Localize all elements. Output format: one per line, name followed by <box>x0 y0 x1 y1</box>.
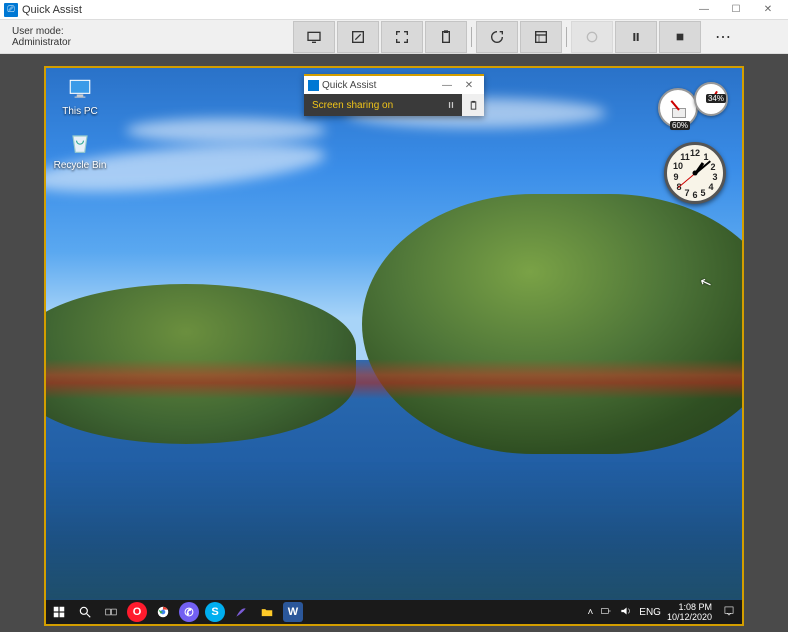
user-mode-value: Administrator <box>12 37 71 48</box>
clock-num-4: 4 <box>708 182 713 192</box>
user-mode-label: User mode: Administrator <box>0 26 79 48</box>
sharing-status-label: Screen sharing on <box>312 100 440 111</box>
mini-titlebar: Quick Assist — ✕ <box>304 76 484 94</box>
clock-num-3: 3 <box>712 172 717 182</box>
clock-num-6: 6 <box>692 190 697 200</box>
mini-pause-button[interactable] <box>440 94 462 116</box>
taskbar-app-viber[interactable]: ✆ <box>176 600 202 624</box>
select-monitor-button[interactable] <box>293 21 335 53</box>
clipboard-icon <box>468 100 479 111</box>
tray-time: 1:08 PM <box>667 602 712 612</box>
more-button[interactable]: ⋯ <box>703 21 745 53</box>
clock-num-12: 12 <box>690 148 700 158</box>
remote-quickassist-toolbar[interactable]: Quick Assist — ✕ Screen sharing on <box>304 74 484 116</box>
task-manager-icon <box>533 29 549 45</box>
clock-face: 12 1 2 3 4 5 6 7 8 9 10 11 <box>670 148 720 198</box>
desktop-icon-label: Recycle Bin <box>52 160 108 171</box>
quickassist-app-icon: ⎚ <box>4 3 18 17</box>
pause-icon <box>628 29 644 45</box>
this-pc-icon <box>63 74 97 104</box>
clock-gadget[interactable]: 12 1 2 3 4 5 6 7 8 9 10 11 <box>664 142 726 204</box>
cpu-percent-badge: 60% <box>670 121 690 130</box>
tray-language-indicator[interactable]: ENG <box>639 607 661 618</box>
mini-close-button[interactable]: ✕ <box>458 80 480 91</box>
notification-icon <box>722 604 736 618</box>
task-view-icon <box>104 605 118 619</box>
stop-icon <box>672 29 688 45</box>
system-tray: ˄ ENG 1:08 PM 10/12/2020 <box>581 602 742 622</box>
quickassist-app-icon <box>308 80 319 91</box>
ram-percent-badge: 34% <box>706 94 726 103</box>
start-button[interactable] <box>46 600 72 624</box>
network-icon <box>599 604 613 618</box>
restart-icon <box>489 29 505 45</box>
taskbar-app-opera[interactable]: O <box>124 600 150 624</box>
remote-taskbar: O ✆ S W ˄ ENG <box>46 600 742 624</box>
clock-num-7: 7 <box>684 188 689 198</box>
tray-clock[interactable]: 1:08 PM 10/12/2020 <box>667 602 716 622</box>
restart-button[interactable] <box>476 21 518 53</box>
recycle-bin-icon <box>63 128 97 158</box>
desktop-icon-recycle-bin[interactable]: Recycle Bin <box>52 128 108 171</box>
taskbar-app-chrome[interactable] <box>150 600 176 624</box>
clock-num-2: 2 <box>710 162 715 172</box>
fit-screen-button[interactable] <box>381 21 423 53</box>
user-mode-caption: User mode: <box>12 26 71 37</box>
quickassist-toolbar: User mode: Administrator ⋯ <box>0 20 788 54</box>
volume-icon <box>619 604 633 618</box>
clock-num-11: 11 <box>680 152 690 162</box>
task-manager-button[interactable] <box>520 21 562 53</box>
clock-num-9: 9 <box>673 172 678 182</box>
pause-button[interactable] <box>615 21 657 53</box>
toolbar-separator <box>566 27 567 47</box>
windows-start-icon <box>52 605 66 619</box>
clock-num-10: 10 <box>673 161 683 171</box>
outer-titlebar: ⎚ Quick Assist — ☐ ✕ <box>0 0 788 20</box>
tray-chevron-up-icon[interactable]: ˄ <box>587 607 593 618</box>
cpu-meter-gadget[interactable]: 60% 34% <box>658 82 728 132</box>
instruction-channel-button[interactable] <box>425 21 467 53</box>
close-button[interactable]: ✕ <box>752 1 784 19</box>
monitors-icon <box>306 29 322 45</box>
feather-icon <box>234 605 248 619</box>
reconnect-icon <box>584 29 600 45</box>
clipboard-icon <box>438 29 454 45</box>
clock-num-5: 5 <box>700 188 705 198</box>
window-title: Quick Assist <box>22 4 688 16</box>
task-view-button[interactable] <box>98 600 124 624</box>
taskbar-app-skype[interactable]: S <box>202 600 228 624</box>
minimize-button[interactable]: — <box>688 1 720 19</box>
actual-size-icon <box>394 29 410 45</box>
tray-notifications-button[interactable] <box>722 604 736 621</box>
annotate-button[interactable] <box>337 21 379 53</box>
remote-stage: This PC Recycle Bin Quick Assist — ✕ Scr… <box>0 54 788 632</box>
annotate-icon <box>350 29 366 45</box>
pause-icon <box>446 100 456 110</box>
chrome-icon <box>156 605 170 619</box>
tray-network-icon[interactable] <box>599 604 613 621</box>
desktop-icon-label: This PC <box>52 106 108 117</box>
desktop-icon-this-pc[interactable]: This PC <box>52 74 108 117</box>
reconnect-button <box>571 21 613 53</box>
taskbar-app-word[interactable]: W <box>280 600 306 624</box>
end-button[interactable] <box>659 21 701 53</box>
clock-second-hand <box>678 173 695 188</box>
mini-minimize-button[interactable]: — <box>436 80 458 91</box>
tray-volume-icon[interactable] <box>619 604 633 621</box>
folder-icon <box>260 605 274 619</box>
remote-desktop-viewport[interactable]: This PC Recycle Bin Quick Assist — ✕ Scr… <box>44 66 744 626</box>
taskbar-app-feather[interactable] <box>228 600 254 624</box>
search-icon <box>78 605 92 619</box>
taskbar-app-explorer[interactable] <box>254 600 280 624</box>
maximize-button[interactable]: ☐ <box>720 1 752 19</box>
mini-title: Quick Assist <box>322 80 436 91</box>
mini-body: Screen sharing on <box>304 94 484 116</box>
ellipsis-icon: ⋯ <box>715 27 733 47</box>
tray-date: 10/12/2020 <box>667 612 712 622</box>
search-button[interactable] <box>72 600 98 624</box>
remote-wallpaper <box>46 68 742 624</box>
mini-stop-button[interactable] <box>462 94 484 116</box>
toolbar-separator <box>471 27 472 47</box>
